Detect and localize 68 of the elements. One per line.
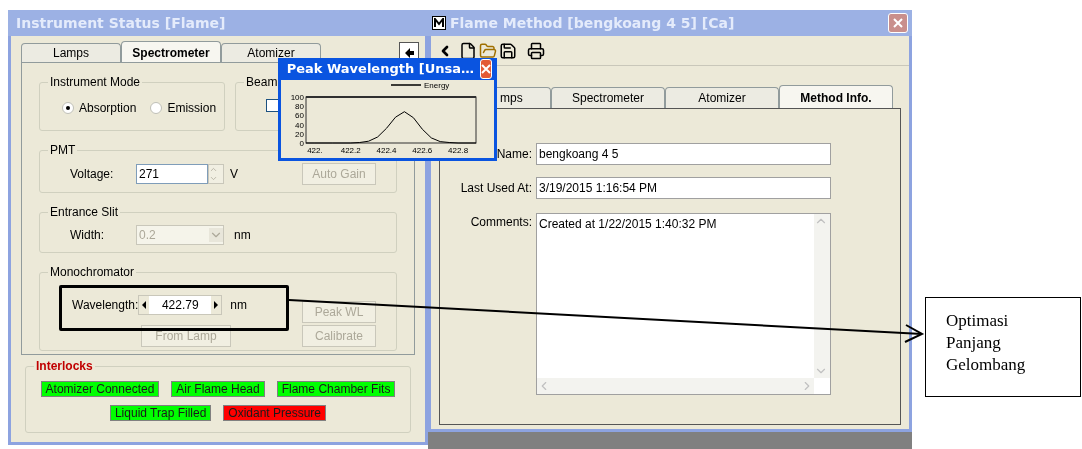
open-folder-icon[interactable] (479, 41, 497, 60)
wavelength-stepper[interactable]: 422.79 (138, 295, 223, 315)
tab[interactable]: Atomizer (665, 87, 779, 108)
unit-label: nm (230, 297, 247, 314)
radio-button[interactable] (62, 102, 74, 114)
field-label: Last Used At: (460, 180, 532, 197)
close-icon (893, 18, 903, 28)
radio-option[interactable]: Absorption (62, 99, 137, 117)
window-title: Flame Method [bengkoang 4 5] [Ca] (450, 13, 735, 33)
legend: Energy (390, 81, 450, 90)
unit-label: nm (234, 227, 251, 244)
window-title: Peak Wavelength [Unsa… (286, 60, 474, 79)
text-field[interactable]: 3/19/2015 1:16:54 PM (536, 177, 831, 199)
x-tick-label: 422.2 (340, 146, 361, 155)
interlock-indicator: Atomizer Connected (40, 381, 160, 397)
y-tick-label: 60 (295, 111, 304, 121)
interlock-indicator: Flame Chamber Fits (276, 381, 396, 397)
field-label: Voltage: (69, 166, 115, 183)
up-icon (209, 165, 218, 174)
x-tick-label: 422.6 (412, 146, 433, 155)
field-label: Name: (496, 146, 532, 163)
tab[interactable]: Spectrometer (551, 87, 665, 108)
interlock-indicator: Liquid Trap Filled (109, 405, 212, 421)
voltage-field[interactable]: 271 (136, 164, 208, 184)
interlock-indicator: Air Flame Head (171, 381, 265, 397)
group-label: PMT (49, 142, 77, 159)
x-tick-label: 422.4 (376, 146, 397, 155)
save-icon[interactable] (499, 41, 517, 60)
close-icon (481, 64, 491, 74)
y-tick-label: 80 (295, 102, 304, 112)
comments-text: Created at 1/22/2015 1:40:32 PM (538, 216, 718, 233)
tab[interactable]: Method Info. (779, 85, 893, 109)
app-icon (432, 16, 446, 30)
tab[interactable]: Lamps (21, 43, 121, 62)
y-tick-label: 40 (295, 120, 304, 130)
dropdown-icon (209, 228, 223, 242)
close-button[interactable] (480, 59, 492, 79)
group-label: Entrance Slit (49, 204, 120, 221)
group-label: Instrument Mode (49, 74, 142, 91)
window-title: Instrument Status [Flame] (16, 13, 226, 33)
vertical-scrollbar[interactable] (814, 214, 830, 378)
printer-icon[interactable] (527, 41, 545, 60)
interlock-indicator: Oxidant Pressure (223, 405, 327, 421)
x-tick-label: 422. (307, 146, 323, 155)
wavelength-value: 422.79 (160, 297, 200, 314)
group-label: Interlocks (35, 358, 94, 375)
radio-option[interactable]: Emission (150, 99, 217, 117)
down-icon (209, 174, 218, 183)
text-field[interactable]: bengkoang 4 5 (536, 143, 831, 165)
x-tick-label: 422.8 (448, 146, 469, 155)
y-tick-label: 100 (290, 93, 304, 102)
horizontal-scrollbar[interactable] (537, 378, 814, 394)
field-label: Wavelength: (72, 297, 139, 314)
new-file-icon[interactable] (459, 41, 477, 60)
close-button[interactable] (888, 13, 908, 33)
radio-button[interactable] (150, 102, 163, 114)
legend-label: Energy (424, 81, 450, 90)
group-label: Beam (245, 74, 279, 91)
tab[interactable]: Spectrometer (121, 41, 221, 63)
y-tick-label: 20 (295, 129, 304, 139)
unit-label: V (230, 166, 238, 183)
annotation-text: Optimasi Panjang Gelombang (946, 310, 1027, 376)
y-tick-label: 0 (299, 139, 304, 148)
field-label: Comments: (469, 214, 533, 231)
tab[interactable]: Atomizer (221, 43, 321, 62)
group-label: Monochromator (49, 264, 136, 281)
comments-field[interactable]: Created at 1/22/2015 1:40:32 PM (536, 213, 831, 395)
field-label: Width: (69, 227, 105, 244)
